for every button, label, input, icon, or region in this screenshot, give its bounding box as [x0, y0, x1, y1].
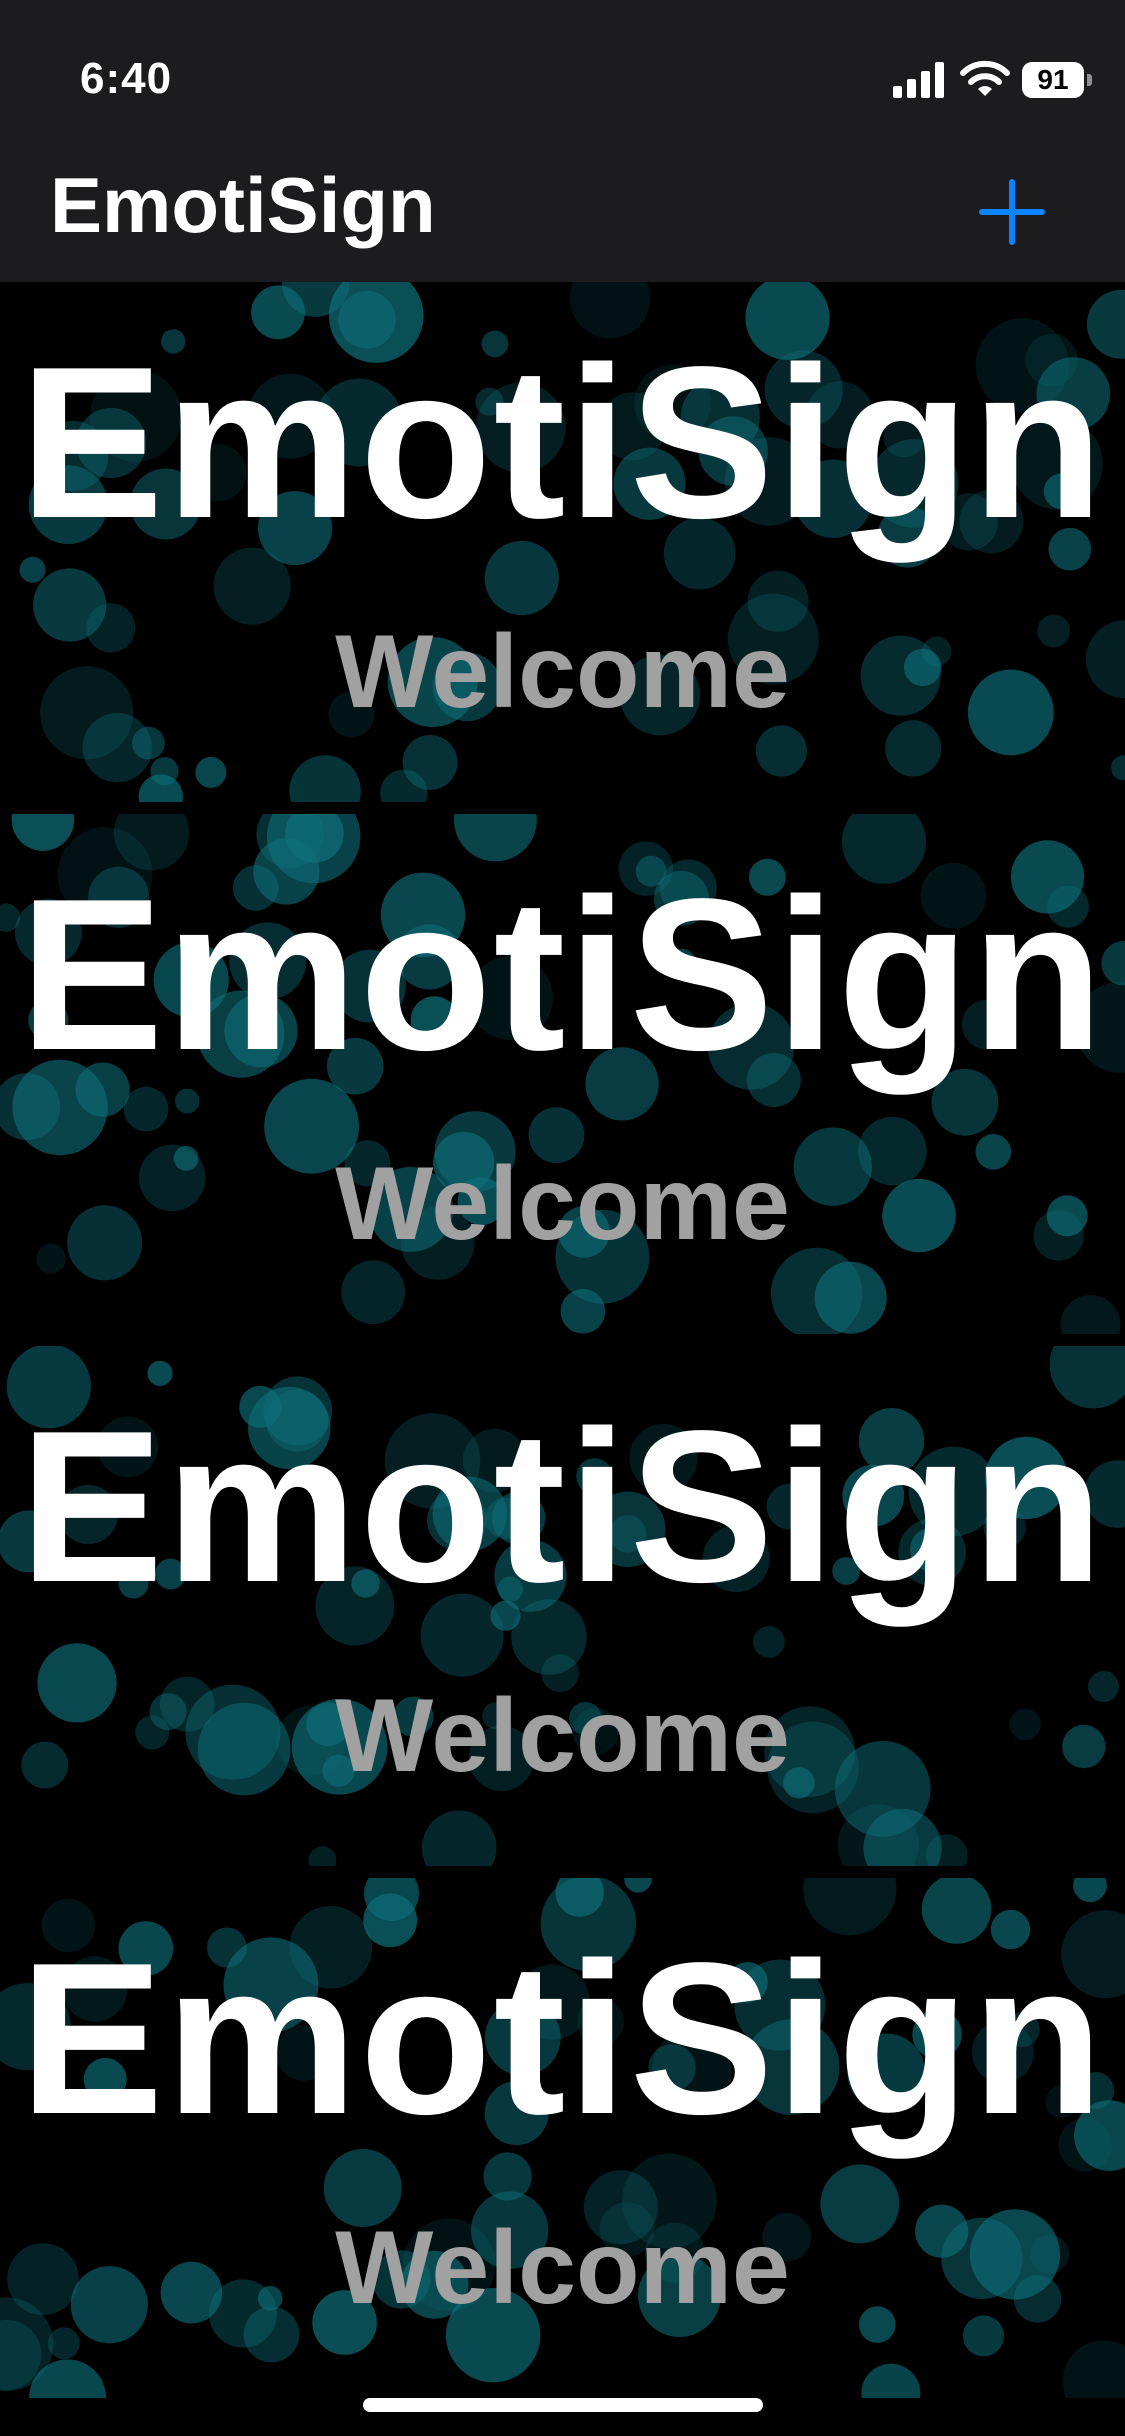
bubble	[147, 1360, 173, 1386]
bubble	[483, 2152, 532, 2201]
battery-icon: 91	[1022, 62, 1092, 98]
bubble	[289, 755, 361, 802]
bubble	[755, 725, 808, 777]
bubble	[1062, 2340, 1125, 2398]
card-subtitle: Welcome	[335, 1678, 790, 1794]
card-subtitle: Welcome	[335, 1146, 790, 1262]
battery-level: 91	[1022, 62, 1084, 98]
status-time: 6:40	[80, 54, 173, 103]
navigation-bar: EmotiSign	[0, 140, 1125, 282]
card-subtitle: Welcome	[335, 614, 790, 730]
card-title: EmotiSign	[19, 321, 1106, 563]
cellular-signal-icon	[893, 62, 944, 98]
wifi-icon	[960, 60, 1010, 96]
bubble	[11, 814, 75, 851]
sign-card[interactable]: EmotiSign Welcome	[0, 1878, 1125, 2398]
bubble	[861, 2363, 921, 2398]
bubble	[1111, 755, 1125, 781]
bubble	[341, 1260, 406, 1325]
add-button[interactable]	[970, 170, 1054, 254]
sign-list: EmotiSign Welcome EmotiSign Welcome EmotiSig…	[0, 282, 1125, 2436]
sign-card[interactable]: EmotiSign Welcome	[0, 814, 1125, 1334]
home-indicator[interactable]	[363, 2398, 763, 2412]
bubble	[402, 735, 458, 790]
status-bar: 6:40 91	[0, 0, 1125, 140]
bubble	[308, 1846, 337, 1866]
bubble	[1073, 1878, 1107, 1903]
card-title: EmotiSign	[19, 1385, 1106, 1627]
sign-card[interactable]: EmotiSign Welcome	[0, 1346, 1125, 1866]
battery-cap	[1087, 74, 1092, 86]
sign-card[interactable]: EmotiSign Welcome	[0, 282, 1125, 802]
bubble	[1060, 1295, 1121, 1334]
bubble	[753, 1626, 785, 1658]
plus-icon	[979, 179, 1045, 245]
bubble	[421, 1810, 497, 1866]
bubble	[195, 756, 227, 788]
card-title: EmotiSign	[19, 853, 1106, 1095]
card-title: EmotiSign	[19, 1917, 1106, 2159]
bubble	[150, 757, 179, 786]
page-title: EmotiSign	[50, 161, 436, 249]
card-subtitle: Welcome	[335, 2210, 790, 2326]
bubble	[624, 1878, 652, 1893]
